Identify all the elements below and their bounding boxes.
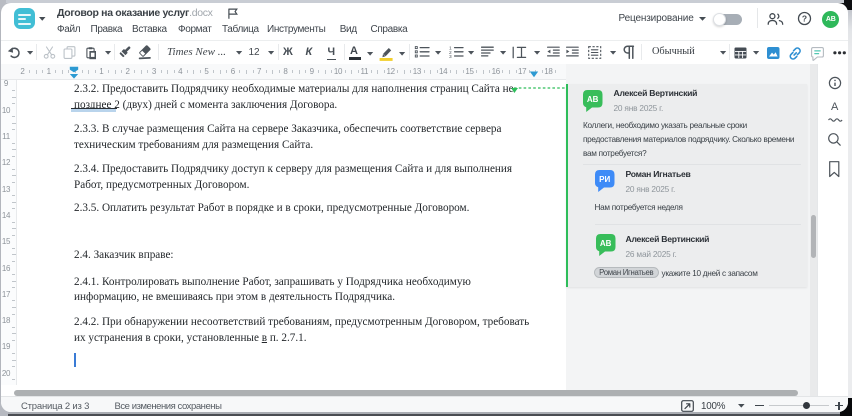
svg-text:АВ: АВ (587, 94, 599, 103)
svg-text:РИ: РИ (599, 174, 610, 183)
svg-text:3: 3 (449, 54, 452, 60)
svg-text:АВ: АВ (600, 238, 612, 247)
svg-text:?: ? (801, 14, 806, 24)
